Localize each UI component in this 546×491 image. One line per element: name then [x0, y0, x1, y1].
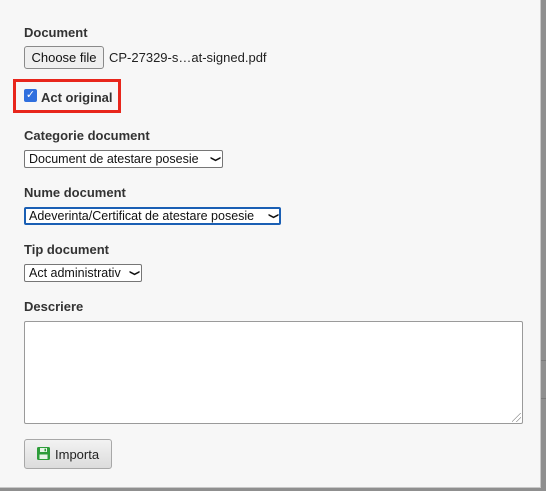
categorie-document-label: Categorie document — [24, 128, 150, 143]
tip-document-label: Tip document — [24, 242, 109, 257]
import-button-label: Importa — [55, 447, 100, 462]
tip-document-value: Act administrativ — [29, 266, 121, 280]
act-original-label[interactable]: Act original — [41, 90, 113, 105]
import-button[interactable]: Importa — [24, 439, 112, 469]
document-label: Document — [24, 25, 88, 40]
act-original-checkbox[interactable]: ✓ — [24, 89, 37, 102]
nume-document-select[interactable]: Adeverinta/Certificat de atestare posesi… — [24, 207, 281, 225]
chevron-down-icon: ❯ — [209, 155, 221, 163]
descriere-label: Descriere — [24, 299, 84, 314]
resize-grip-icon[interactable] — [512, 413, 521, 422]
selected-file-name: CP-27329-s…at-signed.pdf — [109, 50, 267, 65]
checkmark-icon: ✓ — [25, 89, 36, 101]
floppy-disk-icon — [37, 447, 50, 460]
nume-document-value: Adeverinta/Certificat de atestare posesi… — [29, 209, 255, 223]
import-document-dialog: Document Choose file CP-27329-s…at-signe… — [0, 0, 541, 488]
chevron-down-icon: ❯ — [267, 212, 279, 220]
tip-document-select[interactable]: Act administrativ ❯ — [24, 264, 142, 282]
categorie-document-value: Document de atestare posesie — [29, 152, 199, 166]
nume-document-label: Nume document — [24, 185, 126, 200]
descriere-textarea[interactable] — [24, 321, 523, 424]
categorie-document-select[interactable]: Document de atestare posesie ❯ — [24, 150, 223, 168]
chevron-down-icon: ❯ — [128, 269, 140, 277]
choose-file-button[interactable]: Choose file — [24, 46, 104, 69]
